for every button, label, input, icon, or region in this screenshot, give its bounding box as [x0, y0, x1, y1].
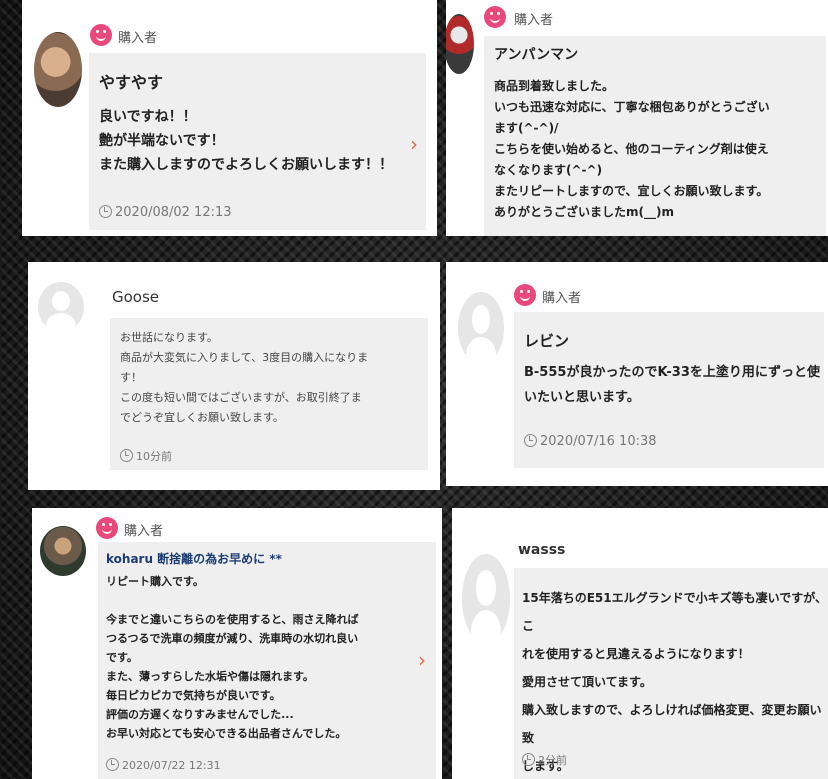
- user-name: wasss: [518, 542, 566, 558]
- avatar[interactable]: [38, 282, 84, 332]
- review-message: 商品到着致しました。 いつも迅速な対応に、丁寧な梱包ありがとうござい ます(^-…: [494, 79, 770, 219]
- clock-icon: [120, 449, 133, 462]
- user-name: やすやす: [99, 73, 164, 92]
- smile-icon: [514, 284, 536, 306]
- review-card-6: wasss 15年落ちのE51エルグランドで小キズ等も凄いですが、こ れを使用す…: [452, 508, 828, 779]
- review-card-1: 購入者 やすやす 良いですね！！ 艶が半端ないです！ また購入しますのでよろしく…: [22, 0, 437, 236]
- review-card-2: 購入者 アンパンマン 商品到着致しました。 いつも迅速な対応に、丁寧な梱包ありが…: [446, 0, 828, 236]
- clock-icon: [524, 434, 537, 447]
- user-name: レビン: [524, 332, 570, 350]
- user-name: koharu 断捨離の為お早めに **: [106, 552, 282, 566]
- buyer-role-label: 購入者: [514, 13, 554, 28]
- smile-icon: [96, 517, 118, 539]
- user-name: Goose: [112, 288, 160, 306]
- chevron-right-icon[interactable]: ›: [410, 132, 418, 156]
- smile-icon: [90, 24, 112, 46]
- avatar[interactable]: [446, 14, 474, 74]
- clock-icon: [106, 758, 119, 771]
- avatar[interactable]: [458, 292, 504, 364]
- avatar[interactable]: [34, 32, 82, 107]
- message-bubble[interactable]: 15年落ちのE51エルグランドで小キズ等も凄いですが、こ れを使用すると見違える…: [514, 568, 828, 779]
- message-bubble[interactable]: レビン B-555が良かったのでK-33を上塗り用にずっと使 いたいと思います。…: [514, 312, 824, 468]
- timestamp: 2020/08/02 12:13: [99, 205, 232, 220]
- review-message: 良いですね！！ 艶が半端ないです！ また購入しますのでよろしくお願いします！！: [99, 109, 393, 173]
- review-card-5: 購入者 koharu 断捨離の為お早めに ** リピート購入です。 今までと違い…: [32, 508, 442, 779]
- buyer-role-label: 購入者: [124, 524, 164, 539]
- message-bubble[interactable]: アンパンマン 商品到着致しました。 いつも迅速な対応に、丁寧な梱包ありがとうござ…: [484, 36, 826, 236]
- buyer-role-label: 購入者: [118, 31, 158, 46]
- user-name: アンパンマン: [494, 47, 579, 63]
- review-card-4: 購入者 レビン B-555が良かったのでK-33を上塗り用にずっと使 いたいと思…: [446, 262, 828, 486]
- review-card-3: Goose お世話になります。 商品が大変気に入りまして、3度目の購入になりま …: [28, 262, 440, 490]
- chevron-right-icon[interactable]: ›: [418, 648, 426, 672]
- review-message: お世話になります。 商品が大変気に入りまして、3度目の購入になりま す！ この度…: [120, 331, 369, 424]
- buyer-role-label: 購入者: [542, 291, 582, 306]
- avatar[interactable]: [462, 554, 510, 644]
- timestamp: 2020/07/22 12:31: [106, 758, 221, 772]
- timestamp: 10分前: [120, 448, 172, 464]
- clock-icon: [99, 205, 112, 218]
- review-message: 15年落ちのE51エルグランドで小キズ等も凄いですが、こ れを使用すると見違える…: [522, 591, 827, 773]
- clock-icon: [522, 753, 535, 766]
- avatar[interactable]: [40, 526, 86, 576]
- message-bubble[interactable]: koharu 断捨離の為お早めに ** リピート購入です。 今までと違いこちらの…: [98, 542, 436, 779]
- review-message: B-555が良かったのでK-33を上塗り用にずっと使 いたいと思います。: [524, 365, 821, 405]
- smile-icon: [484, 6, 506, 28]
- message-bubble[interactable]: お世話になります。 商品が大変気に入りまして、3度目の購入になりま す！ この度…: [110, 318, 428, 470]
- review-message: リピート購入です。 今までと違いこちらのを使用すると、雨さえ降れば つるつるで洗…: [106, 575, 359, 740]
- timestamp: 2020/07/16 10:38: [524, 434, 657, 449]
- timestamp: 2分前: [522, 752, 567, 768]
- message-bubble[interactable]: やすやす 良いですね！！ 艶が半端ないです！ また購入しますのでよろしくお願いし…: [89, 53, 426, 230]
